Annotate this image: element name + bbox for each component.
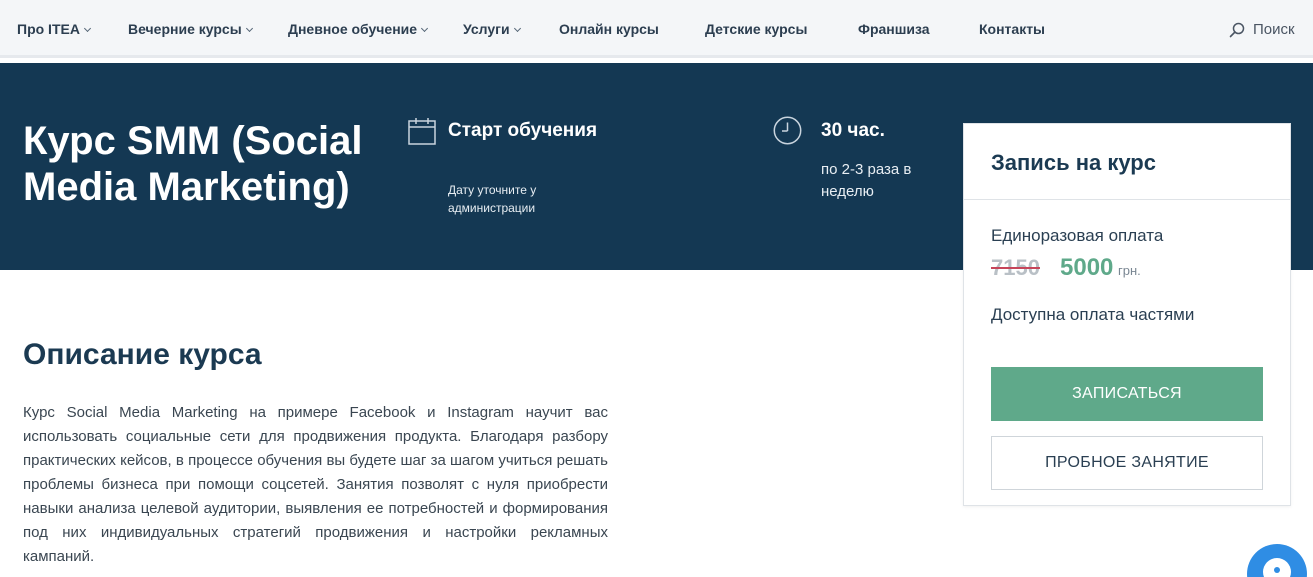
enroll-card-title: Запись на курс bbox=[991, 150, 1156, 175]
nav-item-label: Онлайн курсы bbox=[559, 21, 659, 37]
search-button[interactable]: Поиск bbox=[1229, 21, 1295, 38]
search-icon bbox=[1229, 22, 1245, 37]
old-price: 7150 bbox=[991, 255, 1040, 280]
nav-item-label: Дневное обучение bbox=[288, 21, 418, 37]
enroll-card-header: Запись на курс bbox=[964, 124, 1290, 200]
top-nav: Про ITEA Вечерние курсы Дневное обучение… bbox=[0, 0, 1313, 58]
nav-item-kids-courses[interactable]: Детские курсы bbox=[705, 21, 807, 37]
nav-item-online-courses[interactable]: Онлайн курсы bbox=[559, 21, 659, 37]
enroll-card: Запись на курс Единоразовая оплата 7150 … bbox=[963, 123, 1291, 506]
chat-icon bbox=[1263, 558, 1291, 577]
new-price: 5000 bbox=[1060, 254, 1114, 281]
search-label: Поиск bbox=[1253, 21, 1295, 38]
chevron-down-icon bbox=[83, 24, 91, 33]
clock-icon bbox=[773, 116, 802, 145]
nav-item-label: Детские курсы bbox=[705, 21, 808, 37]
nav-item-evening-courses[interactable]: Вечерние курсы bbox=[128, 21, 253, 37]
price-currency: грн. bbox=[1118, 263, 1141, 278]
description-text: Курс Social Media Marketing на примере F… bbox=[23, 404, 608, 565]
trial-lesson-button[interactable]: ПРОБНОЕ ЗАНЯТИЕ bbox=[991, 436, 1263, 490]
enroll-button[interactable]: ЗАПИСАТЬСЯ bbox=[991, 367, 1263, 421]
installments-note: Доступна оплата частями bbox=[991, 305, 1195, 324]
class-frequency: по 2-3 раза в неделю bbox=[821, 161, 912, 200]
chevron-down-icon bbox=[421, 24, 429, 33]
chevron-down-icon bbox=[245, 24, 253, 33]
nav-item-contacts[interactable]: Контакты bbox=[979, 21, 1045, 37]
start-note: Дату уточните у администрации bbox=[448, 183, 537, 215]
nav-item-day-courses[interactable]: Дневное обучение bbox=[288, 21, 429, 37]
chevron-down-icon bbox=[513, 24, 521, 33]
nav-item-label: Франшиза bbox=[858, 21, 930, 37]
nav-item-label: Услуги bbox=[463, 21, 510, 37]
nav-item-label: Про ITEA bbox=[17, 21, 80, 37]
course-hours: 30 час. bbox=[821, 120, 885, 141]
start-title: Старт обучения bbox=[448, 120, 598, 141]
nav-item-label: Контакты bbox=[979, 21, 1046, 37]
nav-item-label: Вечерние курсы bbox=[128, 21, 242, 37]
calendar-icon bbox=[408, 118, 436, 145]
nav-item-about[interactable]: Про ITEA bbox=[17, 21, 91, 37]
nav-item-franchise[interactable]: Франшиза bbox=[858, 21, 930, 37]
payment-label: Единоразовая оплата bbox=[991, 226, 1164, 245]
chat-widget-button[interactable] bbox=[1247, 544, 1307, 577]
nav-item-services[interactable]: Услуги bbox=[463, 21, 521, 37]
description-title: Описание курса bbox=[23, 338, 262, 371]
page-title: Курс SMM (Social Media Marketing) bbox=[23, 119, 363, 209]
